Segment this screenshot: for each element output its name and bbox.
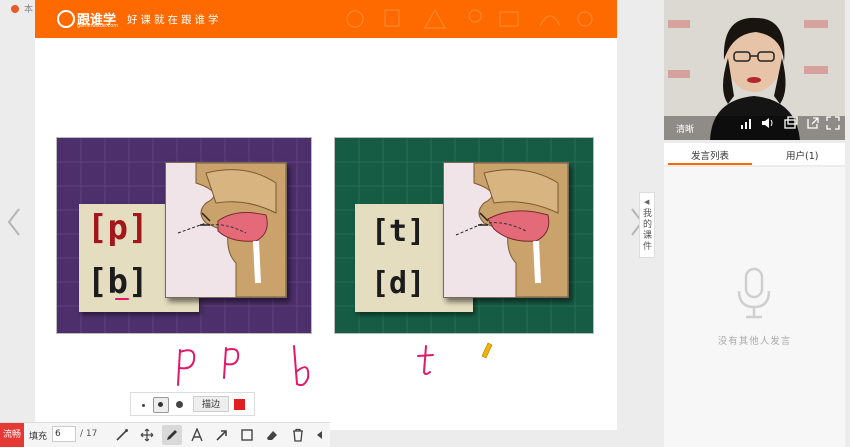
fill-label: 填充	[29, 432, 48, 442]
arrow-tool[interactable]	[212, 425, 232, 445]
pen-size-medium[interactable]	[153, 397, 169, 413]
mouth-diagram	[443, 162, 569, 298]
slogan: 好课就在跟谁学	[127, 14, 222, 26]
microphone-icon	[737, 267, 771, 319]
square-icon	[241, 429, 253, 441]
brand-sub: genshuixue.com	[77, 23, 119, 29]
rectangle-tool[interactable]	[237, 425, 257, 445]
bottom-toolbar: 流畅 填充 / 17	[0, 422, 330, 447]
pen-size-small[interactable]	[142, 404, 145, 407]
pen-options-popup: 描边	[130, 392, 255, 416]
wand-icon	[116, 429, 128, 441]
arrow-diagonal-icon	[216, 430, 227, 441]
app-window: 本 跟谁学 genshuixue.com 好课就在跟谁学 [p] [b] [t]…	[0, 0, 850, 447]
network-quality-badge: 流畅	[0, 423, 24, 447]
top-left-text: 本	[24, 5, 34, 15]
phonetic-d: [d]	[371, 266, 426, 301]
laser-pointer-tool[interactable]	[112, 425, 132, 445]
empty-speak-text: 没有其他人发言	[717, 336, 792, 347]
clear-tool[interactable]	[288, 425, 308, 445]
mouth-cross-section-icon	[177, 163, 286, 297]
video-quality-button[interactable]: 清晰	[676, 122, 694, 135]
my-courseware-tab[interactable]: ◀ 我的课件	[639, 192, 655, 258]
switch-camera-icon[interactable]	[784, 116, 798, 130]
courseware-tab-label: 我的课件	[643, 209, 653, 252]
phonetic-picture-t-d: [t] [d]	[334, 137, 594, 334]
trash-icon	[293, 428, 303, 442]
record-dot-icon	[11, 5, 19, 13]
pen-size-large[interactable]	[176, 401, 183, 408]
active-tab-indicator	[668, 163, 752, 165]
text-a-icon	[191, 428, 203, 442]
tab-speak-list[interactable]: 发言列表	[691, 148, 729, 162]
phonetic-b: [b]	[87, 262, 149, 302]
stroke-button[interactable]: 描边	[193, 396, 229, 412]
eraser-icon	[267, 431, 277, 440]
side-panel-tabs: 发言列表 用户(1)	[664, 143, 845, 165]
prev-page-chevron-icon[interactable]	[3, 205, 25, 239]
move-arrows-icon	[140, 428, 154, 442]
move-tool[interactable]	[137, 425, 157, 445]
speak-list-panel: 没有其他人发言	[664, 166, 845, 447]
audio-volume-icon[interactable]	[760, 116, 774, 130]
phonetic-p: [p]	[87, 208, 149, 248]
teacher-video[interactable]: 清晰	[664, 0, 845, 140]
mouth-cross-section-icon	[455, 163, 568, 297]
text-tool[interactable]	[187, 425, 207, 445]
video-control-bar: 清晰	[664, 116, 845, 140]
tab-users[interactable]: 用户(1)	[786, 148, 818, 162]
pen-icon	[167, 430, 177, 440]
pen-color-swatch[interactable]	[234, 399, 245, 410]
slide-header: 跟谁学 genshuixue.com 好课就在跟谁学	[35, 0, 617, 38]
triangle-left-icon	[317, 431, 322, 439]
brand-logo: 跟谁学 genshuixue.com	[57, 8, 123, 30]
mouth-diagram	[165, 162, 287, 298]
expand-left-icon: ◀	[644, 198, 650, 206]
popout-icon[interactable]	[806, 116, 820, 130]
phonetic-picture-p-b: [p] [b]	[56, 137, 312, 334]
fullscreen-icon[interactable]	[826, 116, 840, 130]
header-doodles-icon	[346, 8, 593, 29]
phonetic-t: [t]	[371, 214, 426, 249]
page-number-input[interactable]	[52, 426, 76, 442]
signal-strength-icon	[741, 119, 751, 129]
logo-mark-icon	[57, 10, 75, 28]
eraser-tool[interactable]	[262, 425, 282, 445]
collapse-toolbar-button[interactable]	[310, 425, 330, 445]
pen-tool[interactable]	[162, 425, 182, 445]
page-total: / 17	[80, 429, 98, 439]
